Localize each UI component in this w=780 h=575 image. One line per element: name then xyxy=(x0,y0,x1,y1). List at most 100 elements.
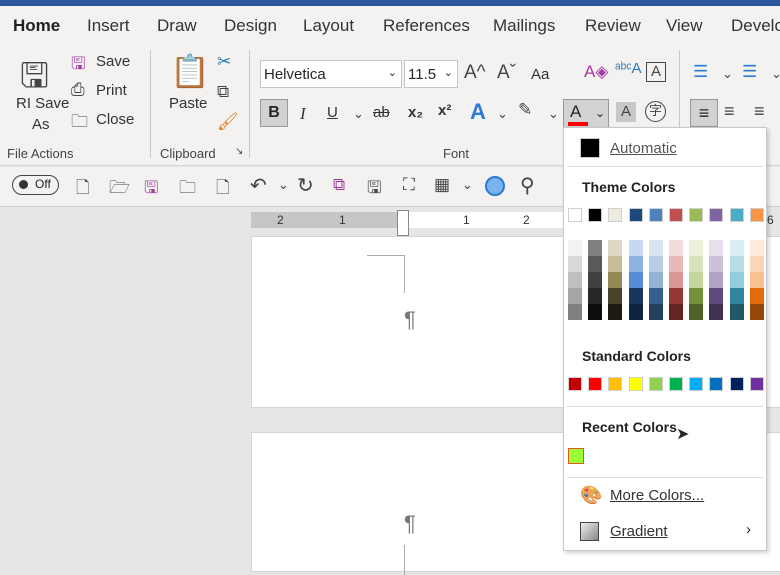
theme-shade-swatch[interactable] xyxy=(648,240,663,256)
undo-icon[interactable]: ↶ xyxy=(250,173,267,198)
theme-color-swatch[interactable] xyxy=(628,208,643,222)
align-left-button[interactable]: ≡ xyxy=(690,99,718,127)
standard-color-swatch[interactable] xyxy=(689,377,704,391)
folder-icon[interactable]: 🗀 xyxy=(179,175,196,204)
more-colors-option[interactable]: More Colors... xyxy=(610,487,704,504)
theme-shade-swatch[interactable] xyxy=(669,288,683,304)
character-border-icon[interactable]: A xyxy=(646,62,666,82)
theme-shade-swatch[interactable] xyxy=(729,256,744,272)
theme-shade-swatch[interactable] xyxy=(608,240,623,256)
theme-shade-swatch[interactable] xyxy=(628,288,643,304)
theme-color-swatch[interactable] xyxy=(689,208,704,222)
theme-shade-swatch[interactable] xyxy=(568,304,582,320)
theme-color-swatch[interactable] xyxy=(588,208,603,222)
shrink-font-icon[interactable]: Aˇ xyxy=(497,62,516,84)
theme-shade-swatch[interactable] xyxy=(689,256,704,272)
superscript-button[interactable]: x² xyxy=(438,102,451,119)
theme-shade-swatch[interactable] xyxy=(588,256,603,272)
save-edit-icon[interactable]: 🖫 xyxy=(367,175,381,204)
paste-button[interactable]: Paste xyxy=(169,95,207,112)
theme-shade-swatch[interactable] xyxy=(568,240,582,256)
autosave-toggle[interactable]: Off xyxy=(12,175,59,195)
font-name-select[interactable]: Helvetica ⌄ xyxy=(260,60,402,88)
print-button[interactable]: Print xyxy=(96,82,127,99)
theme-color-swatch[interactable] xyxy=(648,208,663,222)
standard-color-swatch[interactable] xyxy=(588,377,603,391)
tab-mailings[interactable]: Mailings xyxy=(493,16,555,36)
clipboard-launcher-icon[interactable]: ↘ xyxy=(235,146,243,157)
theme-shade-swatch[interactable] xyxy=(749,240,764,256)
theme-color-swatch[interactable] xyxy=(749,208,764,222)
text-effects-icon[interactable]: A xyxy=(470,99,486,125)
standard-color-swatch[interactable] xyxy=(568,377,582,391)
theme-color-swatch[interactable] xyxy=(709,208,724,222)
table-icon[interactable]: ▦ xyxy=(434,175,450,195)
align-right-icon[interactable]: ≡ xyxy=(754,101,765,122)
theme-shade-swatch[interactable] xyxy=(628,240,643,256)
theme-shade-swatch[interactable] xyxy=(729,304,744,320)
horizontal-ruler[interactable]: 2 1 1 2 xyxy=(251,210,580,236)
3d-models-icon[interactable]: ⧉ xyxy=(333,175,345,195)
save-as-button[interactable]: RI Save xyxy=(16,95,69,112)
theme-shade-swatch[interactable] xyxy=(648,256,663,272)
bullets-icon[interactable]: ☰ xyxy=(693,62,708,82)
theme-shade-swatch[interactable] xyxy=(749,304,764,320)
redo-icon[interactable]: ↻ xyxy=(297,173,314,198)
save-button[interactable]: Save xyxy=(96,53,130,70)
theme-shade-swatch[interactable] xyxy=(588,288,603,304)
theme-shade-swatch[interactable] xyxy=(749,256,764,272)
theme-shade-swatch[interactable] xyxy=(628,272,643,288)
theme-shade-swatch[interactable] xyxy=(689,304,704,320)
theme-shade-swatch[interactable] xyxy=(628,256,643,272)
theme-shade-swatch[interactable] xyxy=(669,304,683,320)
theme-shade-swatch[interactable] xyxy=(608,304,623,320)
close-button[interactable]: Close xyxy=(96,111,134,128)
automatic-option[interactable]: Automatic xyxy=(610,140,677,157)
standard-color-swatch[interactable] xyxy=(729,377,744,391)
theme-shade-swatch[interactable] xyxy=(669,272,683,288)
underline-button[interactable]: U xyxy=(327,104,338,121)
standard-color-swatch[interactable] xyxy=(669,377,683,391)
tab-home[interactable]: Home xyxy=(13,16,61,45)
phonetic-guide-icon[interactable]: ᵃᵇᶜA xyxy=(615,60,642,77)
theme-shade-swatch[interactable] xyxy=(709,288,724,304)
theme-color-swatch[interactable] xyxy=(669,208,683,222)
tab-references[interactable]: References xyxy=(383,16,470,36)
theme-shade-swatch[interactable] xyxy=(568,288,582,304)
theme-shade-swatch[interactable] xyxy=(689,288,704,304)
format-painter-icon[interactable]: 🖌 xyxy=(217,112,239,132)
theme-shade-swatch[interactable] xyxy=(709,256,724,272)
subscript-button[interactable]: x₂ xyxy=(408,104,423,121)
theme-color-swatch[interactable] xyxy=(568,208,582,222)
indent-marker[interactable] xyxy=(397,210,409,236)
gradient-option[interactable]: Gradient xyxy=(610,523,668,540)
new-document-icon[interactable]: 🗋 xyxy=(76,175,90,204)
search-icon[interactable]: ⚲ xyxy=(520,173,535,198)
standard-color-swatch[interactable] xyxy=(648,377,663,391)
theme-shade-swatch[interactable] xyxy=(689,240,704,256)
tab-draw[interactable]: Draw xyxy=(157,16,197,36)
tab-design[interactable]: Design xyxy=(224,16,277,36)
grow-font-icon[interactable]: A^ xyxy=(464,62,486,84)
theme-shade-swatch[interactable] xyxy=(608,256,623,272)
highlight-icon[interactable]: ✎ xyxy=(518,100,532,120)
save-icon[interactable]: 🖫 xyxy=(144,175,158,204)
character-shading-icon[interactable]: A xyxy=(616,102,636,122)
theme-shade-swatch[interactable] xyxy=(568,256,582,272)
theme-shade-swatch[interactable] xyxy=(648,272,663,288)
theme-shade-swatch[interactable] xyxy=(628,304,643,320)
theme-shade-swatch[interactable] xyxy=(689,272,704,288)
align-center-icon[interactable]: ≡ xyxy=(724,101,735,122)
theme-color-swatch[interactable] xyxy=(608,208,623,222)
theme-color-swatch[interactable] xyxy=(729,208,744,222)
cut-icon[interactable]: ✂ xyxy=(217,52,231,72)
italic-button[interactable]: I xyxy=(300,104,306,124)
copy-icon[interactable]: ⧉ xyxy=(217,82,229,102)
open-icon[interactable]: 🗁 xyxy=(109,175,130,204)
standard-color-swatch[interactable] xyxy=(628,377,643,391)
theme-shade-swatch[interactable] xyxy=(588,304,603,320)
clear-formatting-icon[interactable]: A◈ xyxy=(584,62,608,82)
standard-color-swatch[interactable] xyxy=(749,377,764,391)
theme-shade-swatch[interactable] xyxy=(669,256,683,272)
recent-color-swatch[interactable] xyxy=(568,448,584,464)
